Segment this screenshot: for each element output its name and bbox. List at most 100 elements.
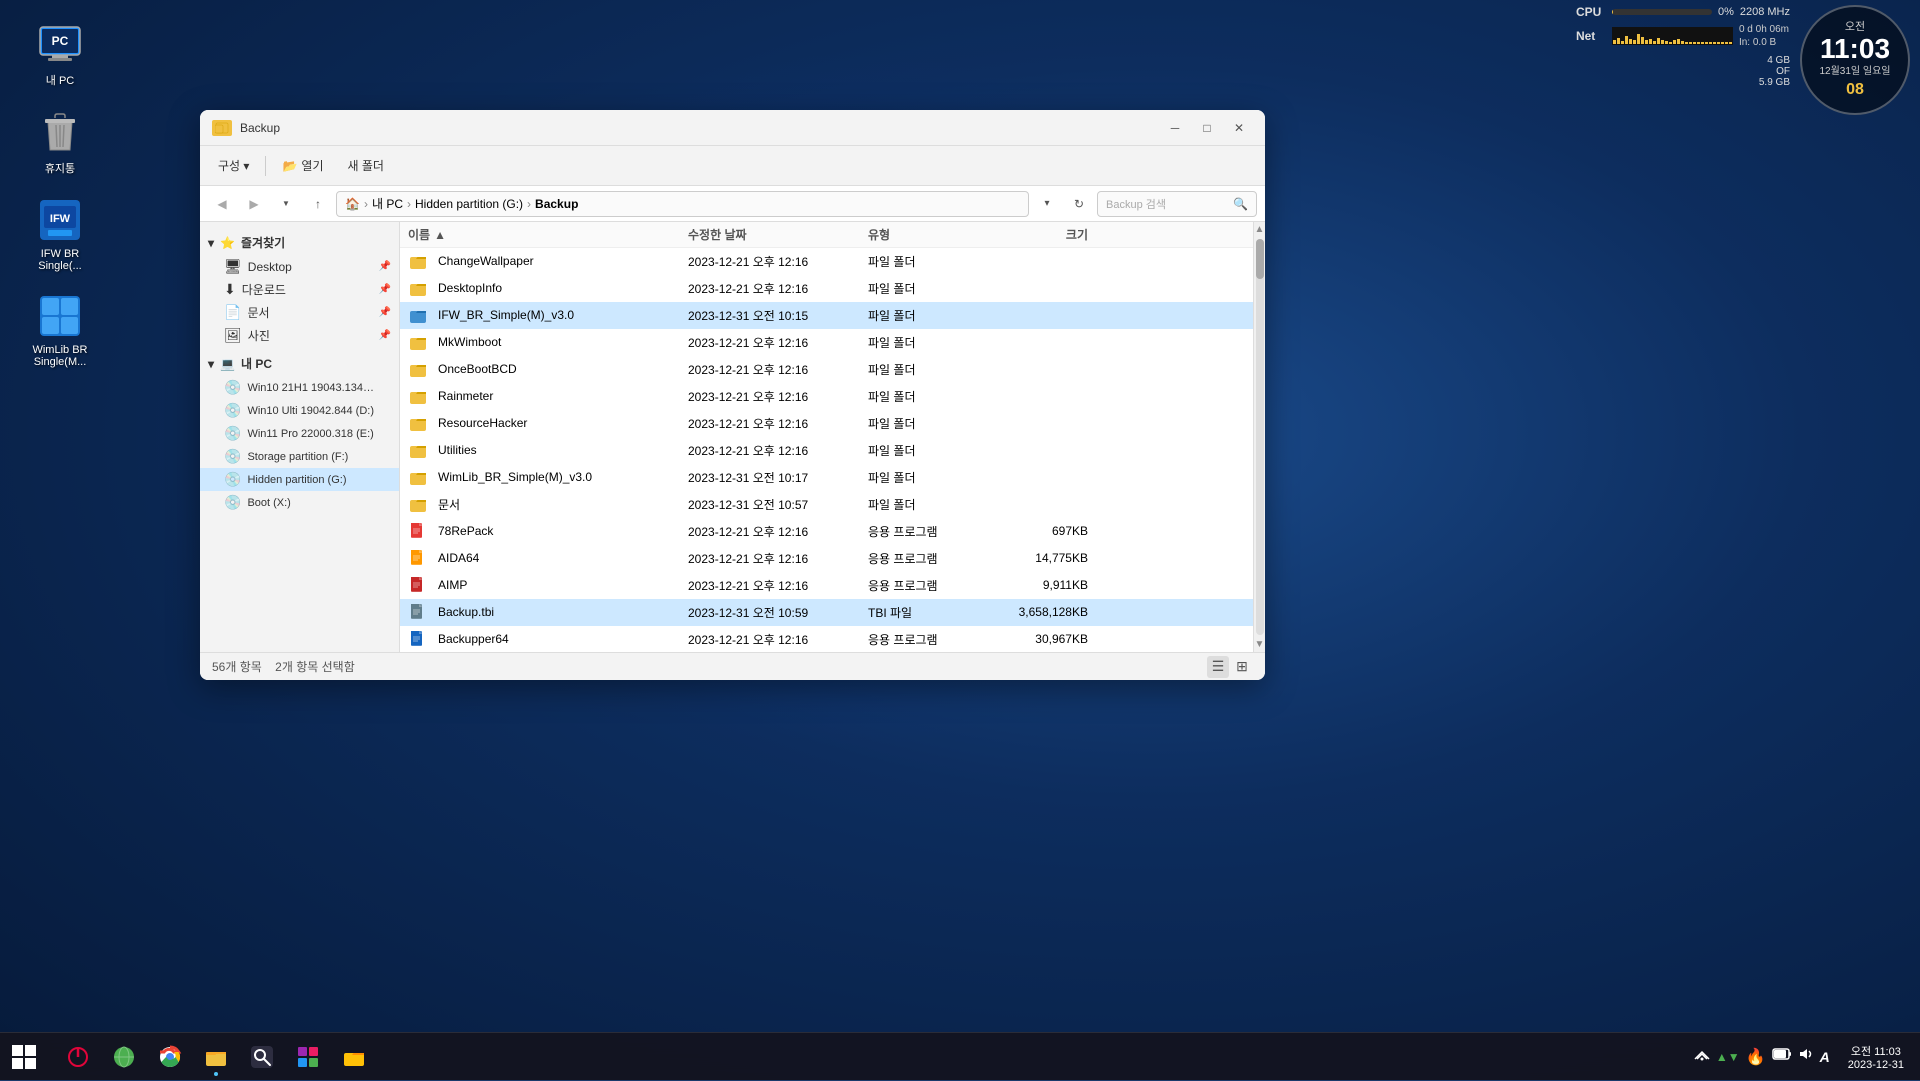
flame-icon[interactable]: 🔥	[1746, 1047, 1766, 1067]
taskbar-folder2[interactable]	[332, 1035, 376, 1079]
table-row[interactable]: 문서 2023-12-31 오전 10:57 파일 폴더	[400, 491, 1253, 518]
file-type: 응용 프로그램	[868, 523, 988, 540]
scrollbar[interactable]: ▲ ▼	[1253, 222, 1265, 652]
path-folder[interactable]: Backup	[535, 197, 578, 211]
path-mypc[interactable]: 내 PC	[372, 195, 403, 212]
table-row[interactable]: DesktopInfo 2023-12-21 오후 12:16 파일 폴더	[400, 275, 1253, 302]
path-drive[interactable]: Hidden partition (G:)	[415, 197, 523, 211]
taskbar-explorer[interactable]	[194, 1035, 238, 1079]
recycle-bin-icon[interactable]: 휴지통	[20, 108, 100, 176]
table-row[interactable]: WimLib_BR_Simple(M)_v3.0 2023-12-31 오전 1…	[400, 464, 1253, 491]
table-row[interactable]: Backup.tbi 2023-12-31 오전 10:59 TBI 파일 3,…	[400, 599, 1253, 626]
scroll-up[interactable]: ▲	[1255, 224, 1265, 235]
col-header-date[interactable]: 수정한 날짜	[688, 226, 868, 243]
sidebar-item-c-drive[interactable]: 💿 Win10 21H1 19043.1348 (C:)	[200, 376, 399, 399]
updown-icon[interactable]: ▲▼	[1716, 1050, 1740, 1064]
taskbar-chrome[interactable]	[148, 1035, 192, 1079]
taskbar-apps-grid[interactable]	[286, 1035, 330, 1079]
back-button[interactable]: ◀	[208, 190, 236, 218]
sidebar-documents-label: 문서	[247, 304, 269, 321]
recent-locations-button[interactable]: ▼	[272, 190, 300, 218]
new-folder-button[interactable]: 새 폴더	[338, 152, 394, 180]
x-drive-icon: 💿	[224, 494, 241, 511]
file-name-cell: DesktopInfo	[408, 278, 688, 298]
file-date: 2023-12-21 오후 12:16	[688, 523, 868, 540]
table-row[interactable]: AIDA64 2023-12-21 오후 12:16 응용 프로그램 14,77…	[400, 545, 1253, 572]
table-row[interactable]: OnceBootBCD 2023-12-21 오후 12:16 파일 폴더	[400, 356, 1253, 383]
favorites-icon: ⭐	[220, 236, 235, 250]
table-row[interactable]: ChangeWallpaper 2023-12-21 오후 12:16 파일 폴…	[400, 248, 1253, 275]
table-row[interactable]: Backupper64 2023-12-21 오후 12:16 응용 프로그램 …	[400, 626, 1253, 652]
taskbar-maps[interactable]	[102, 1035, 146, 1079]
sidebar-item-e-drive[interactable]: 💿 Win11 Pro 22000.318 (E:)	[200, 422, 399, 445]
sidebar-item-desktop[interactable]: 🖥 Desktop 📌	[200, 255, 399, 278]
ifw-br-icon[interactable]: IFW IFW BR Single(...	[20, 196, 100, 272]
scroll-down[interactable]: ▼	[1255, 639, 1265, 650]
file-size: 30,967KB	[988, 632, 1088, 646]
list-view-button[interactable]: ☰	[1207, 656, 1229, 678]
sidebar-item-x-drive[interactable]: 💿 Boot (X:)	[200, 491, 399, 514]
file-list: 이름 ▲ 수정한 날짜 유형 크기	[400, 222, 1253, 652]
svg-text:PC: PC	[52, 34, 69, 48]
tile-view-button[interactable]: ⊞	[1231, 656, 1253, 678]
sidebar-item-pictures[interactable]: 🖼 사진 📌	[200, 324, 399, 347]
start-button[interactable]	[0, 1033, 48, 1081]
net-graph	[1612, 27, 1733, 45]
volume-icon[interactable]	[1798, 1046, 1814, 1067]
sidebar-item-g-drive[interactable]: 💿 Hidden partition (G:)	[200, 468, 399, 491]
file-name: Backupper64	[438, 632, 509, 646]
up-button[interactable]: ↑	[304, 190, 332, 218]
open-button[interactable]: 📂 열기	[272, 152, 333, 180]
e-drive-label: Win11 Pro 22000.318 (E:)	[247, 428, 373, 440]
sidebar-item-d-drive[interactable]: 💿 Win10 Ulti 19042.844 (D:)	[200, 399, 399, 422]
network-tray-icon[interactable]	[1694, 1046, 1710, 1067]
col-header-size[interactable]: 크기	[988, 226, 1088, 243]
language-icon[interactable]: A	[1820, 1049, 1830, 1065]
favorites-header[interactable]: ▾ ⭐ 즐겨찾기	[200, 230, 399, 255]
table-row[interactable]: ResourceHacker 2023-12-21 오후 12:16 파일 폴더	[400, 410, 1253, 437]
file-name: Utilities	[438, 443, 477, 457]
path-dropdown-button[interactable]: ▾	[1033, 190, 1061, 218]
taskbar-power[interactable]	[56, 1035, 100, 1079]
maximize-button[interactable]: □	[1193, 117, 1221, 139]
my-pc-icon[interactable]: PC 내 PC	[20, 20, 100, 88]
net-label: Net	[1576, 29, 1606, 43]
file-name-cell: IFW_BR_Simple(M)_v3.0	[408, 305, 688, 325]
forward-button[interactable]: ▶	[240, 190, 268, 218]
table-row[interactable]: 78RePack 2023-12-21 오후 12:16 응용 프로그램 697…	[400, 518, 1253, 545]
organize-button[interactable]: 구성 ▾	[208, 152, 259, 180]
file-date: 2023-12-21 오후 12:16	[688, 280, 868, 297]
table-row[interactable]: Utilities 2023-12-21 오후 12:16 파일 폴더	[400, 437, 1253, 464]
mypc-chevron: ▾	[208, 357, 214, 371]
minimize-button[interactable]: ─	[1161, 117, 1189, 139]
refresh-button[interactable]: ↻	[1065, 190, 1093, 218]
clock-ampm: 오전	[1845, 18, 1865, 34]
sidebar-item-downloads[interactable]: ⬇ 다운로드 📌	[200, 278, 399, 301]
file-date: 2023-12-21 오후 12:16	[688, 415, 868, 432]
col-header-name[interactable]: 이름 ▲	[408, 226, 688, 243]
file-icon	[408, 359, 428, 379]
cpu-bar-fill	[1612, 9, 1613, 15]
table-row[interactable]: MkWimboot 2023-12-21 오후 12:16 파일 폴더	[400, 329, 1253, 356]
close-button[interactable]: ✕	[1225, 117, 1253, 139]
sidebar-item-documents[interactable]: 📄 문서 📌	[200, 301, 399, 324]
sidebar-item-f-drive[interactable]: 💿 Storage partition (F:)	[200, 445, 399, 468]
scroll-thumb[interactable]	[1256, 239, 1264, 279]
my-pc-label: 내 PC	[46, 72, 74, 88]
file-name: DesktopInfo	[438, 281, 502, 295]
g-drive-icon: 💿	[224, 471, 241, 488]
tray-clock[interactable]: 오전 11:03 2023-12-31	[1840, 1043, 1912, 1071]
table-row[interactable]: Rainmeter 2023-12-21 오후 12:16 파일 폴더	[400, 383, 1253, 410]
wimlib-icon[interactable]: WimLib BR Single(M...	[20, 292, 100, 368]
table-row[interactable]: AIMP 2023-12-21 오후 12:16 응용 프로그램 9,911KB	[400, 572, 1253, 599]
battery-icon[interactable]	[1772, 1047, 1792, 1066]
address-path[interactable]: 🏠 › 내 PC › Hidden partition (G:) › Backu…	[336, 191, 1029, 217]
file-icon	[408, 548, 428, 568]
search-box[interactable]: Backup 검색 🔍	[1097, 191, 1257, 217]
taskbar-magnifier[interactable]	[240, 1035, 284, 1079]
file-icon	[408, 440, 428, 460]
col-header-type[interactable]: 유형	[868, 226, 988, 243]
mypc-header[interactable]: ▾ 💻 내 PC	[200, 351, 399, 376]
sidebar-pictures-label: 사진	[248, 327, 270, 344]
table-row[interactable]: IFW_BR_Simple(M)_v3.0 2023-12-31 오전 10:1…	[400, 302, 1253, 329]
